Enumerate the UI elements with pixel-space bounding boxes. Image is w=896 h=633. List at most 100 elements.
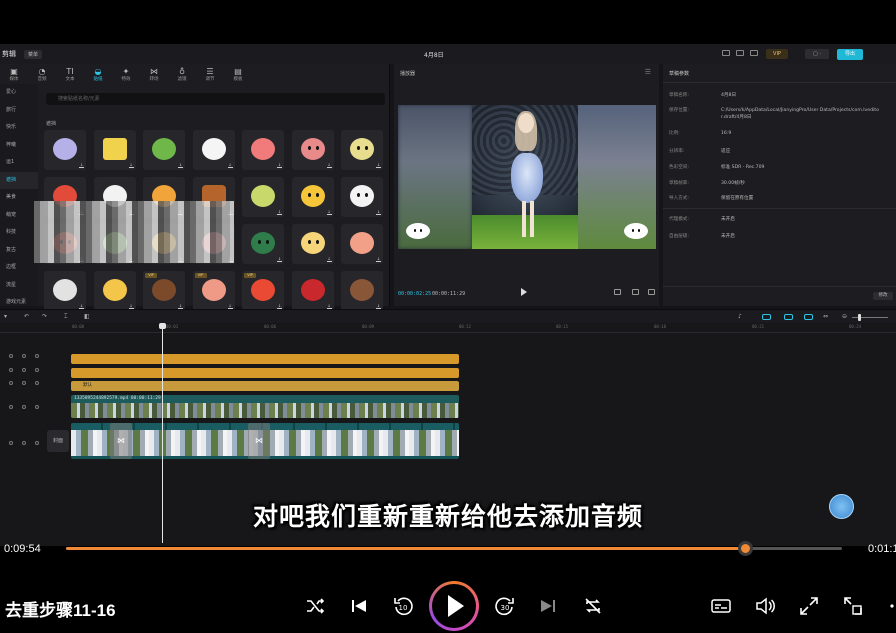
audio-icon: ◔ (38, 66, 46, 76)
tab-template[interactable]: ▤ 模板 (224, 64, 252, 84)
edit-draft-button[interactable]: 修改 (873, 292, 893, 300)
link-preview-icon[interactable] (784, 314, 793, 320)
tab-text[interactable]: TI 文本 (56, 64, 84, 84)
delete-left-icon[interactable]: ◧ (84, 313, 90, 320)
preview-play-icon[interactable] (521, 288, 527, 296)
audio-clip[interactable] (71, 354, 459, 364)
category-item[interactable]: 梓曦 (0, 137, 38, 155)
floating-assistant-icon[interactable] (829, 494, 854, 519)
download-icon: ↓ (326, 256, 332, 262)
category-item[interactable]: 快乐 (0, 119, 38, 137)
tab-audio[interactable]: ◔ 音频 (28, 64, 56, 84)
export-button[interactable]: 导出 (837, 49, 863, 60)
seek-bar[interactable] (66, 541, 842, 556)
fullscreen-preview-icon[interactable] (648, 289, 655, 295)
sticker-item[interactable]: ↓ (291, 130, 334, 170)
time-ruler[interactable]: 00:00 00:03 00:06 00:09 00:12 00:15 00:1… (0, 323, 896, 333)
category-item[interactable]: 爱心 (0, 84, 38, 102)
sticker-item[interactable]: ↓ (93, 271, 136, 311)
sticker-item[interactable]: ↓ (291, 224, 334, 264)
window-icon[interactable] (736, 50, 744, 56)
tab-effects[interactable]: ✦ 特效 (112, 64, 140, 84)
menu-button[interactable]: 菜单 (24, 49, 43, 59)
video-clip-overlay[interactable]: 1335895244892579.mp4 00:00:11:29 (71, 395, 459, 418)
sticker-item[interactable]: ↓ (341, 177, 383, 217)
rewind-10-icon[interactable]: 10 (392, 595, 414, 617)
more-icon[interactable] (882, 595, 896, 617)
tab-media[interactable]: ▣ 媒体 (0, 64, 28, 84)
category-item-active[interactable]: 遮挡 (0, 171, 38, 189)
forward-30-icon[interactable]: 30 (494, 595, 516, 617)
settings-icon[interactable] (750, 50, 758, 56)
transition-icon: ⋈ (150, 66, 158, 76)
split-screen-icon[interactable]: ⇔ (823, 313, 828, 320)
redo-icon[interactable]: ↷ (42, 313, 47, 320)
select-tool-icon[interactable]: ▾ (4, 313, 7, 320)
sticker-item[interactable]: ↓ (291, 271, 334, 311)
transition-marker[interactable]: ⋈ (248, 423, 270, 459)
sticker-item[interactable]: ↓ (242, 177, 284, 217)
crop-icon[interactable] (614, 289, 621, 295)
transition-marker[interactable]: ⋈ (110, 423, 132, 459)
shortcut-button[interactable]: ▢ · (805, 49, 829, 59)
sticker-item[interactable]: VIP ↓ (192, 271, 235, 311)
sticker-item[interactable]: ↓ (341, 224, 383, 264)
download-icon: ↓ (376, 162, 381, 168)
sticker-item[interactable]: ↓ (93, 130, 136, 170)
undo-icon[interactable]: ↶ (24, 313, 29, 320)
menu-icon[interactable]: ☰ (645, 68, 651, 76)
next-icon[interactable] (537, 595, 559, 617)
fullscreen-icon[interactable] (798, 595, 820, 617)
preview-video[interactable] (398, 105, 656, 249)
vip-badge[interactable]: VIP (766, 49, 788, 59)
cover-button[interactable]: 封面 (47, 430, 69, 452)
sticker-item[interactable]: ↓ (44, 130, 86, 170)
shuffle-icon[interactable] (304, 595, 326, 617)
category-item[interactable]: 美食 (0, 189, 38, 207)
category-item[interactable]: 旅行 (0, 102, 38, 120)
sticker-category-list: 爱心 旅行 快乐 梓曦 运1 遮挡 美食 萌宠 科技 复古 边框 流星 游戏元素 (0, 84, 38, 306)
mic-icon[interactable]: ♪ (738, 313, 742, 320)
category-item[interactable]: 边框 (0, 259, 38, 277)
category-item[interactable]: 科技 (0, 224, 38, 242)
sticker-icon: ◒ (94, 66, 102, 76)
category-item[interactable]: 流星 (0, 277, 38, 295)
volume-icon[interactable] (754, 595, 776, 617)
sticker-item[interactable]: ↓ (143, 130, 185, 170)
sticker-item[interactable]: ↓ (44, 271, 86, 311)
sticker-item[interactable]: ↓ (242, 224, 284, 264)
layout-icon[interactable] (722, 50, 730, 56)
seek-bar-fill (66, 547, 745, 550)
sticker-search-input[interactable]: 搜索贴纸名称/元素 (46, 93, 385, 105)
tab-adjust[interactable]: ☰ 调节 (196, 64, 224, 84)
previous-icon[interactable] (348, 595, 370, 617)
seek-knob[interactable] (738, 541, 753, 556)
link-main-icon[interactable] (762, 314, 771, 320)
sticker-item[interactable]: ↓ (192, 130, 235, 170)
pip-icon[interactable] (842, 595, 864, 617)
link-snap-icon[interactable] (804, 314, 813, 320)
play-button[interactable] (429, 581, 479, 631)
sticker-item[interactable]: ↓ (341, 130, 383, 170)
category-item[interactable]: 萌宠 (0, 207, 38, 225)
sticker-item[interactable]: ↓ (291, 177, 334, 217)
sticker-item[interactable]: ↓ (242, 130, 284, 170)
tab-transition[interactable]: ⋈ 转场 (140, 64, 168, 84)
adjust-icon: ☰ (206, 66, 214, 76)
audio-clip[interactable] (71, 368, 459, 378)
category-item[interactable]: 复古 (0, 242, 38, 260)
category-item[interactable]: 运1 (0, 154, 38, 172)
ratio-icon[interactable] (632, 289, 639, 295)
zoom-slider-knob[interactable] (858, 314, 861, 321)
repeat-off-icon[interactable] (582, 595, 604, 617)
text-clip[interactable]: 默认 (71, 381, 459, 391)
split-icon[interactable]: ⌶ (64, 313, 68, 321)
sticker-item[interactable]: VIP ↓ (242, 271, 284, 311)
sticker-item[interactable]: VIP ↓ (143, 271, 185, 311)
zoom-out-icon[interactable]: ⊖ (842, 313, 847, 320)
sticker-item[interactable]: ↓ (341, 271, 383, 311)
filter-icon: ♁ (179, 66, 185, 76)
tab-sticker[interactable]: ◒ 贴纸 (84, 64, 112, 84)
subtitles-icon[interactable] (710, 595, 732, 617)
tab-filter[interactable]: ♁ 滤镜 (168, 64, 196, 84)
